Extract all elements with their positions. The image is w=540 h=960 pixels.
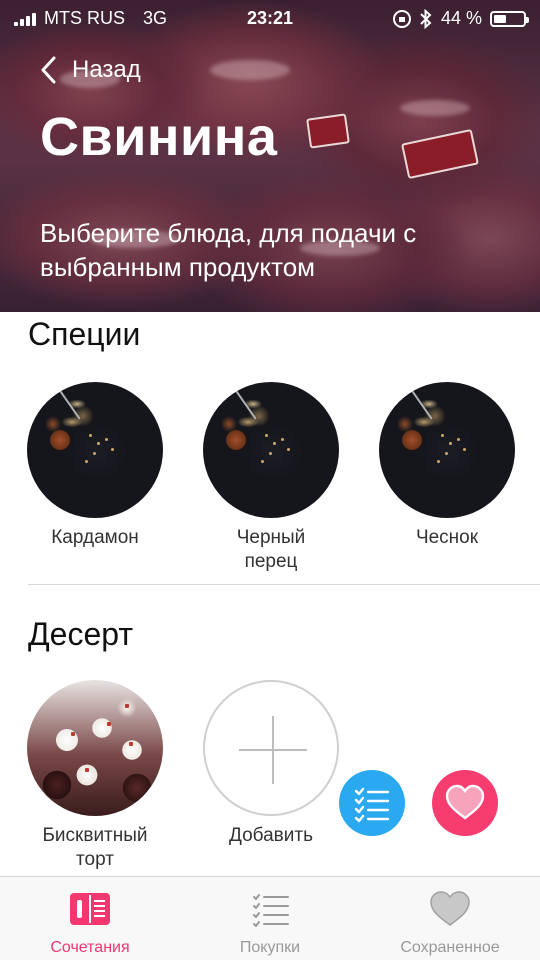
price-tag (306, 113, 350, 149)
tab-label: Сочетания (50, 939, 130, 956)
status-bar: MTS RUS 3G 23:21 44 % (0, 0, 540, 36)
tab-shopping[interactable]: Покупки (180, 877, 360, 960)
spice-image (379, 382, 515, 518)
battery-percent: 44 % (440, 8, 482, 28)
page-title: Свинина (40, 107, 278, 167)
meat-texture (210, 60, 290, 80)
tab-bar: Сочетания Покупки Сохраненное (0, 876, 540, 960)
tab-saved[interactable]: Сохраненное (360, 877, 540, 960)
shopping-list-button[interactable] (339, 770, 405, 836)
save-favorite-button[interactable] (432, 770, 498, 836)
chevron-left-icon (41, 56, 56, 84)
spice-item-black-pepper[interactable]: Черный перец (186, 382, 356, 574)
section-divider (28, 584, 540, 585)
dessert-image (27, 680, 163, 816)
section-title-spices: Специи (28, 316, 141, 352)
battery-icon (490, 10, 529, 27)
meat-texture (400, 100, 470, 116)
tab-label: Покупки (239, 939, 301, 956)
section-title-dessert: Десерт (28, 616, 134, 652)
status-right: 44 % (392, 8, 529, 29)
bluetooth-icon (420, 8, 432, 29)
heart-icon (430, 891, 470, 926)
spice-image (27, 382, 163, 518)
item-label: Бисквитный торт (42, 825, 148, 870)
item-label: Чеснок (415, 527, 479, 548)
back-label: Назад (72, 56, 141, 83)
spice-item-garlic[interactable]: Чеснок (362, 382, 532, 550)
checklist-icon (354, 787, 390, 823)
tab-label: Сохраненное (400, 939, 500, 956)
checklist-icon (253, 894, 289, 927)
price-tag (401, 128, 479, 180)
spice-image (203, 382, 339, 518)
add-item-button[interactable]: Добавить (186, 680, 356, 848)
book-icon (70, 893, 110, 925)
back-button[interactable]: Назад (40, 56, 141, 84)
dessert-item-sponge-cake[interactable]: Бисквитный торт (10, 680, 180, 872)
heart-icon (445, 784, 485, 820)
add-circle (203, 680, 339, 816)
battery-level (494, 14, 506, 23)
item-label: Добавить (229, 825, 313, 846)
item-label: Черный перец (236, 527, 306, 572)
page-subtitle: Выберите блюда, для подачи с выбранным п… (40, 218, 417, 282)
rotation-lock-icon (392, 9, 411, 28)
header-hero: MTS RUS 3G 23:21 44 % Назад Свинина Выбе… (0, 0, 540, 312)
spice-item-cardamom[interactable]: Кардамон (10, 382, 180, 550)
tab-combinations[interactable]: Сочетания (0, 877, 180, 960)
item-label: Кардамон (51, 527, 139, 548)
